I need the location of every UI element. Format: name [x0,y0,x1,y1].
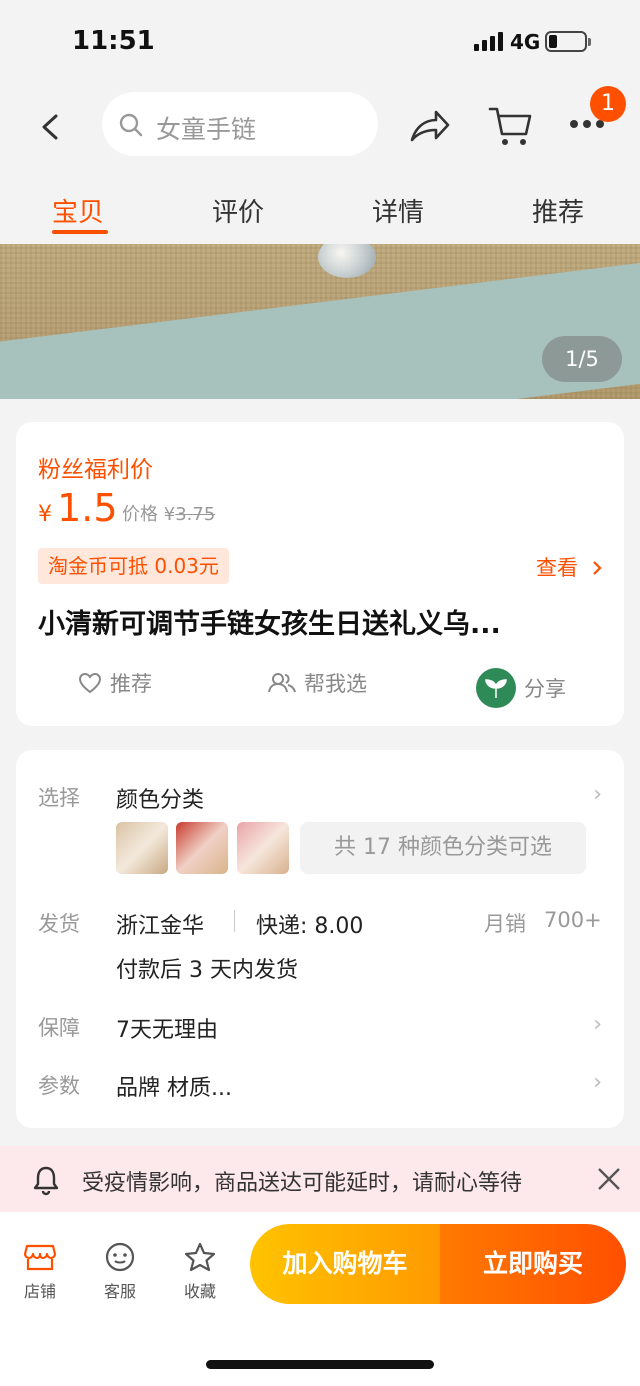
battery-icon [545,31,591,52]
recommend-label: 推荐 [110,672,152,696]
select-label: 选择 [38,786,80,810]
share-button[interactable]: 分享 [476,668,566,708]
original-price-currency: ¥ [163,504,176,525]
details-card: 选择 颜色分类 › 共 17 种颜色分类可选 发货 浙江金华 快递: 8.00 … [16,750,624,1128]
star-icon [184,1242,216,1272]
original-price-label: 价格 [122,504,158,525]
more-colors-button[interactable]: 共 17 种颜色分类可选 [300,822,586,874]
customer-service-icon [105,1242,135,1272]
chevron-right-icon [592,561,602,575]
more-options-icon[interactable] [570,120,604,128]
back-arrow-icon[interactable] [38,114,64,140]
params-label: 参数 [38,1074,80,1098]
network-type: 4G [510,30,541,54]
store-label: 店铺 [23,1282,56,1301]
current-price: ¥ 1.5 [38,486,118,530]
price-currency: ¥ [38,502,52,527]
chevron-right-icon: › [593,1070,602,1095]
tab-details[interactable]: 详情 [372,192,424,229]
store-icon [23,1244,57,1271]
buy-now-button[interactable]: 立即购买 [440,1224,626,1304]
monthly-sales-label: 月销 [484,912,526,936]
ship-label: 发货 [38,912,80,936]
tab-recommend[interactable]: 推荐 [532,192,584,229]
select-value: 颜色分类 [116,788,205,813]
service-label: 客服 [103,1282,136,1301]
share-icon[interactable] [408,106,452,146]
original-price: 价格 ¥3.75 [122,500,215,526]
share-label: 分享 [524,677,566,701]
home-indicator [206,1360,434,1369]
view-link[interactable]: 查看 [536,552,603,582]
store-button[interactable]: 店铺 [10,1242,70,1302]
original-price-value: 3.75 [175,504,216,525]
section-tabs: 宝贝 评价 详情 推荐 [0,172,640,244]
signal-icon [474,31,503,51]
price-value: 1.5 [57,486,118,530]
favorite-button[interactable]: 收藏 [170,1242,230,1302]
tab-reviews[interactable]: 评价 [212,192,264,229]
sprout-icon [476,668,516,708]
notice-text: 受疫情影响，商品送达可能延时，请耐心等待 [82,1171,523,1196]
view-link-label: 查看 [536,556,578,580]
price-card: 粉丝福利价 ¥ 1.5 价格 ¥3.75 淘金币可抵 0.03元 查看 小清新可… [16,422,624,726]
color-thumbnail-2[interactable] [176,822,228,874]
ship-fee: 快递: 8.00 [256,914,364,939]
active-tab-indicator [52,230,108,234]
ship-time: 付款后 3 天内发货 [116,958,298,983]
tab-product[interactable]: 宝贝 [52,192,104,229]
image-background [0,258,640,399]
divider [234,910,235,932]
help-choose-label: 帮我选 [304,672,367,696]
nav-header: 女童手链 1 [0,86,640,172]
recommend-button[interactable]: 推荐 [78,668,152,698]
product-image-carousel[interactable]: 1/5 [0,244,640,399]
product-bead-image [318,244,376,278]
ship-origin: 浙江金华 [116,914,205,939]
chevron-right-icon: › [593,1012,602,1037]
params-value: 品牌 材质... [116,1076,232,1101]
bell-icon [33,1166,59,1196]
close-icon[interactable] [596,1166,622,1192]
product-title: 小清新可调节手链女孩生日送礼义乌... [38,609,501,640]
add-to-cart-button[interactable]: 加入购物车 [250,1224,440,1304]
coin-deduction-tag: 淘金币可抵 0.03元 [38,548,229,584]
people-icon [268,673,296,693]
status-time: 11:51 [72,26,155,56]
delay-notice-banner: 受疫情影响，商品送达可能延时，请耐心等待 [0,1146,640,1212]
search-bar[interactable]: 女童手链 [102,92,378,156]
heart-icon [78,672,102,694]
color-thumbnail-1[interactable] [116,822,168,874]
chevron-right-icon: › [593,782,602,807]
status-bar: 11:51 4G [0,0,640,86]
monthly-sales-value: 700+ [544,908,602,932]
bottom-action-bar: 店铺 客服 收藏 加入购物车 立即购买 [0,1212,640,1386]
favorite-label: 收藏 [183,1282,216,1301]
customer-service-button[interactable]: 客服 [90,1242,150,1302]
product-actions: 推荐 帮我选 分享 [16,662,624,710]
cart-badge: 1 [590,86,626,122]
guarantee-value: 7天无理由 [116,1018,218,1043]
search-placeholder: 女童手链 [156,115,257,144]
help-choose-button[interactable]: 帮我选 [268,668,367,698]
guarantee-label: 保障 [38,1016,80,1040]
color-thumbnail-3[interactable] [237,822,289,874]
promo-label: 粉丝福利价 [38,457,153,483]
search-icon [119,113,143,137]
image-counter: 1/5 [542,336,622,382]
cart-icon[interactable] [487,104,533,148]
